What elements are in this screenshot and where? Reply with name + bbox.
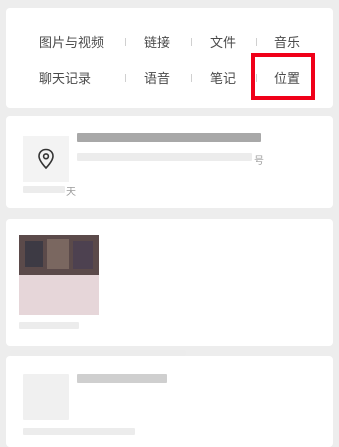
filter-voice[interactable]: 语音	[144, 68, 170, 87]
image-thumbnail-bottom	[19, 275, 99, 315]
location-title-redacted	[77, 133, 261, 142]
divider	[256, 38, 257, 46]
favorites-page: 图片与视频 链接 文件 音乐 聊天记录 语音 笔记 位置 号 天	[0, 0, 339, 447]
source-redacted	[19, 322, 79, 329]
filter-music[interactable]: 音乐	[274, 32, 300, 51]
file-thumbnail	[23, 374, 69, 420]
image-thumbnail-top	[19, 235, 99, 275]
address-suffix: 号	[254, 156, 264, 167]
time-suffix: 天	[66, 187, 76, 198]
source-redacted	[23, 428, 135, 435]
location-pin-icon	[38, 148, 54, 170]
file-title-redacted	[77, 374, 167, 383]
location-favorite-item[interactable]: 号 天	[6, 116, 333, 208]
filter-photos-videos[interactable]: 图片与视频	[39, 32, 104, 51]
divider	[125, 74, 126, 82]
location-thumbnail	[23, 136, 69, 182]
location-address-redacted	[77, 153, 252, 161]
filter-files[interactable]: 文件	[210, 32, 236, 51]
divider	[191, 74, 192, 82]
filter-notes[interactable]: 笔记	[210, 68, 236, 87]
filter-links[interactable]: 链接	[144, 32, 170, 51]
highlight-annotation	[251, 53, 315, 100]
partial-divider	[10, 350, 186, 356]
filter-chat-history[interactable]: 聊天记录	[39, 68, 91, 87]
divider	[191, 38, 192, 46]
source-redacted	[23, 186, 65, 193]
image-favorite-item[interactable]	[6, 219, 333, 346]
divider	[125, 38, 126, 46]
file-favorite-item[interactable]	[6, 350, 333, 447]
